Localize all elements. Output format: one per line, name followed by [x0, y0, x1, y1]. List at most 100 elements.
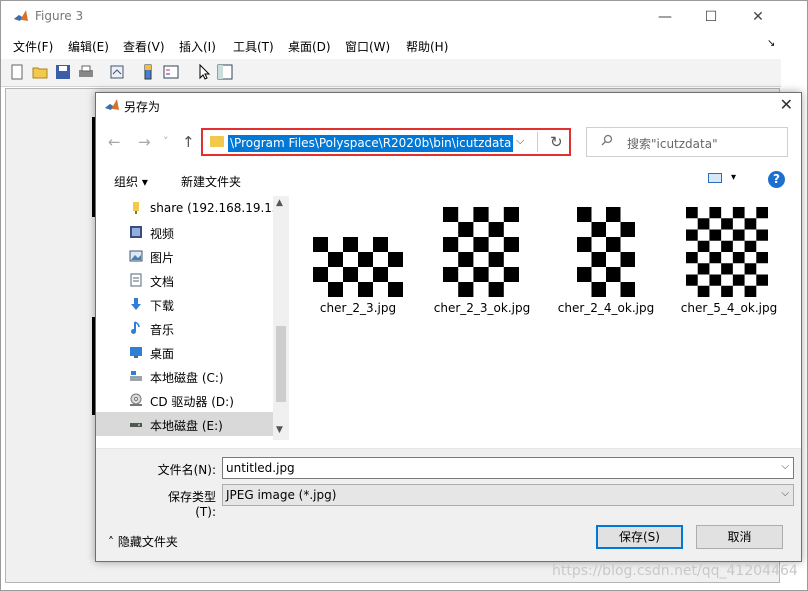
open-file-icon[interactable] — [32, 64, 48, 80]
refresh-icon[interactable]: ↻ — [550, 133, 563, 151]
nav-item-disk-e[interactable]: 本地磁盘 (E:) — [96, 412, 273, 436]
nav-item-cd-drive[interactable]: CD 驱动器 (D:) — [96, 388, 273, 412]
disk-e-icon — [130, 423, 142, 427]
file-item[interactable]: cher_2_4_ok.jpg — [551, 203, 661, 323]
cd-drive-icon — [130, 393, 142, 406]
nav-item-label: 视频 — [150, 227, 175, 241]
property-inspector-icon[interactable] — [217, 64, 233, 80]
filetype-select[interactable]: JPEG image (*.jpg) ⌵ — [222, 484, 794, 506]
insert-legend-icon[interactable] — [163, 64, 179, 80]
dialog-close-icon[interactable]: ✕ — [780, 95, 793, 114]
minimize-button[interactable]: — — [645, 5, 685, 29]
command-bar: 组织 ▾ 新建文件夹 ▾ ? — [96, 167, 801, 193]
scroll-down-icon[interactable]: ▼ — [276, 425, 283, 435]
dialog-title: 另存为 — [124, 100, 161, 114]
file-thumbnail — [443, 207, 519, 297]
save-icon[interactable] — [55, 64, 71, 80]
file-thumbnail — [686, 207, 768, 297]
edit-plot-cursor-icon[interactable] — [196, 64, 212, 80]
filename-input[interactable]: untitled.jpg ⌵ — [222, 457, 794, 479]
menu-window[interactable]: 窗口(W) — [345, 38, 390, 55]
nav-item-downloads[interactable]: 下载 — [96, 292, 273, 316]
address-path[interactable]: \Program Files\Polyspace\R2020b\bin\icut… — [228, 135, 514, 152]
address-dropdown-icon[interactable]: ⌵ — [516, 134, 524, 148]
hide-folders-toggle[interactable]: ˄ 隐藏文件夹 — [108, 533, 178, 550]
link-plot-icon[interactable] — [109, 64, 125, 80]
watermark: https://blog.csdn.net/qq_41204464 — [552, 563, 798, 579]
file-item[interactable]: cher_2_3.jpg — [303, 203, 413, 323]
file-thumbnail — [313, 237, 403, 297]
nav-item-pictures[interactable]: 图片 — [96, 244, 273, 268]
nav-item-videos[interactable]: 视频 — [96, 220, 273, 244]
nav-item-share[interactable]: share (192.168.19.150 — [96, 196, 287, 220]
save-as-dialog: 另存为 ✕ ← → ˅ ↑ \Program Files\Polyspace\R… — [95, 92, 802, 562]
menu-file[interactable]: 文件(F) — [13, 38, 53, 55]
view-dropdown-icon[interactable]: ▾ — [731, 172, 736, 183]
nav-item-music[interactable]: 音乐 — [96, 316, 273, 340]
menu-help[interactable]: 帮助(H) — [406, 38, 448, 55]
scroll-up-icon[interactable]: ▲ — [276, 198, 283, 208]
menu-tools[interactable]: 工具(T) — [233, 38, 274, 55]
filetype-label: 保存类型(T): — [167, 490, 216, 519]
new-folder-button[interactable]: 新建文件夹 — [181, 173, 241, 190]
nav-item-label: 本地磁盘 (E:) — [150, 419, 223, 433]
filetype-dropdown-icon[interactable]: ⌵ — [781, 488, 789, 499]
new-figure-icon[interactable] — [9, 64, 25, 80]
nav-scrollbar[interactable]: ▲ ▼ — [273, 196, 289, 440]
cancel-button[interactable]: 取消 — [696, 525, 783, 549]
menu-overflow-icon[interactable]: ↘ — [767, 38, 775, 49]
nav-item-label: 桌面 — [150, 347, 175, 361]
nav-item-disk-c[interactable]: 本地磁盘 (C:) — [96, 364, 273, 388]
nav-item-label: 音乐 — [150, 323, 175, 337]
file-item[interactable]: cher_2_3_ok.jpg — [427, 203, 537, 323]
filename-dropdown-icon[interactable]: ⌵ — [781, 461, 789, 472]
disk-c-icon — [130, 371, 142, 381]
nav-item-documents[interactable]: 文档 — [96, 268, 273, 292]
search-box[interactable]: 搜索"icutzdata" — [586, 127, 788, 157]
network-drive-icon — [133, 202, 139, 214]
figure-titlebar: Figure 3 — ☐ ✕ — [1, 1, 807, 33]
nav-item-desktop[interactable]: 桌面 — [96, 340, 273, 364]
insert-colorbar-icon[interactable] — [140, 64, 156, 80]
menu-edit[interactable]: 编辑(E) — [68, 38, 109, 55]
menu-view[interactable]: 查看(V) — [123, 38, 165, 55]
nav-item-label: share (192.168.19.150 — [150, 201, 288, 215]
search-input[interactable]: 搜索"icutzdata" — [627, 135, 718, 152]
address-separator — [537, 132, 538, 152]
file-item[interactable]: cher_5_4_ok.jpg — [674, 203, 784, 323]
file-name: cher_5_4_ok.jpg — [680, 301, 778, 315]
menu-insert[interactable]: 插入(I) — [179, 38, 216, 55]
documents-icon — [130, 273, 142, 287]
scrollbar-thumb[interactable] — [276, 326, 286, 402]
music-icon — [131, 321, 140, 334]
pictures-icon — [129, 250, 143, 262]
filename-value[interactable]: untitled.jpg — [226, 461, 295, 475]
recent-locations-icon[interactable]: ˅ — [163, 135, 169, 148]
print-icon[interactable] — [78, 64, 94, 80]
up-folder-icon[interactable]: ↑ — [182, 133, 195, 151]
hide-folders-label: 隐藏文件夹 — [117, 535, 178, 549]
desktop-icon — [130, 347, 142, 358]
chevron-up-icon: ˄ — [108, 535, 114, 549]
figure-title: Figure 3 — [35, 9, 84, 23]
navigation-pane: share (192.168.19.150 视频 图片 文档 下载 音乐 桌面 — [96, 196, 289, 440]
nav-item-label: 下载 — [150, 299, 175, 313]
view-mode-icon[interactable] — [708, 173, 722, 183]
help-icon[interactable]: ? — [768, 171, 785, 188]
forward-arrow-icon[interactable]: → — [138, 133, 151, 151]
search-icon — [601, 134, 613, 146]
videos-icon — [130, 226, 142, 238]
dialog-titlebar: 另存为 ✕ — [96, 93, 801, 119]
back-arrow-icon[interactable]: ← — [108, 133, 121, 151]
menu-desktop[interactable]: 桌面(D) — [288, 38, 331, 55]
figure-toolbar — [1, 59, 781, 87]
maximize-button[interactable]: ☐ — [691, 5, 731, 29]
organize-button[interactable]: 组织 ▾ — [114, 173, 148, 190]
save-button[interactable]: 保存(S) — [596, 525, 683, 549]
file-name: cher_2_4_ok.jpg — [557, 301, 655, 315]
close-window-button[interactable]: ✕ — [738, 5, 778, 29]
file-name: cher_2_3_ok.jpg — [433, 301, 531, 315]
address-bar[interactable]: \Program Files\Polyspace\R2020b\bin\icut… — [201, 128, 571, 156]
file-name: cher_2_3.jpg — [319, 301, 397, 315]
dialog-footer: 文件名(N): untitled.jpg ⌵ 保存类型(T): JPEG ima… — [96, 448, 801, 561]
